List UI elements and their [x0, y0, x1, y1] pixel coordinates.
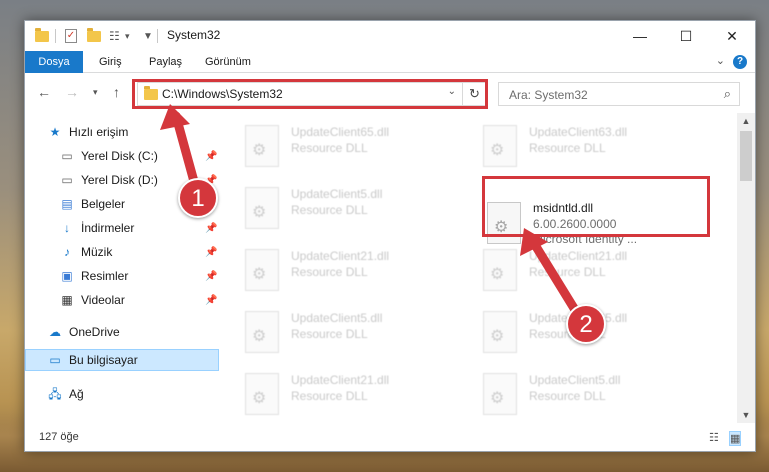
step-1-badge: 1: [178, 178, 218, 218]
step-2-badge: 2: [566, 304, 606, 344]
annotation-arrows: [160, 104, 585, 323]
arrow-2-shaft: [527, 235, 585, 323]
arrow-1-head: [160, 104, 190, 130]
